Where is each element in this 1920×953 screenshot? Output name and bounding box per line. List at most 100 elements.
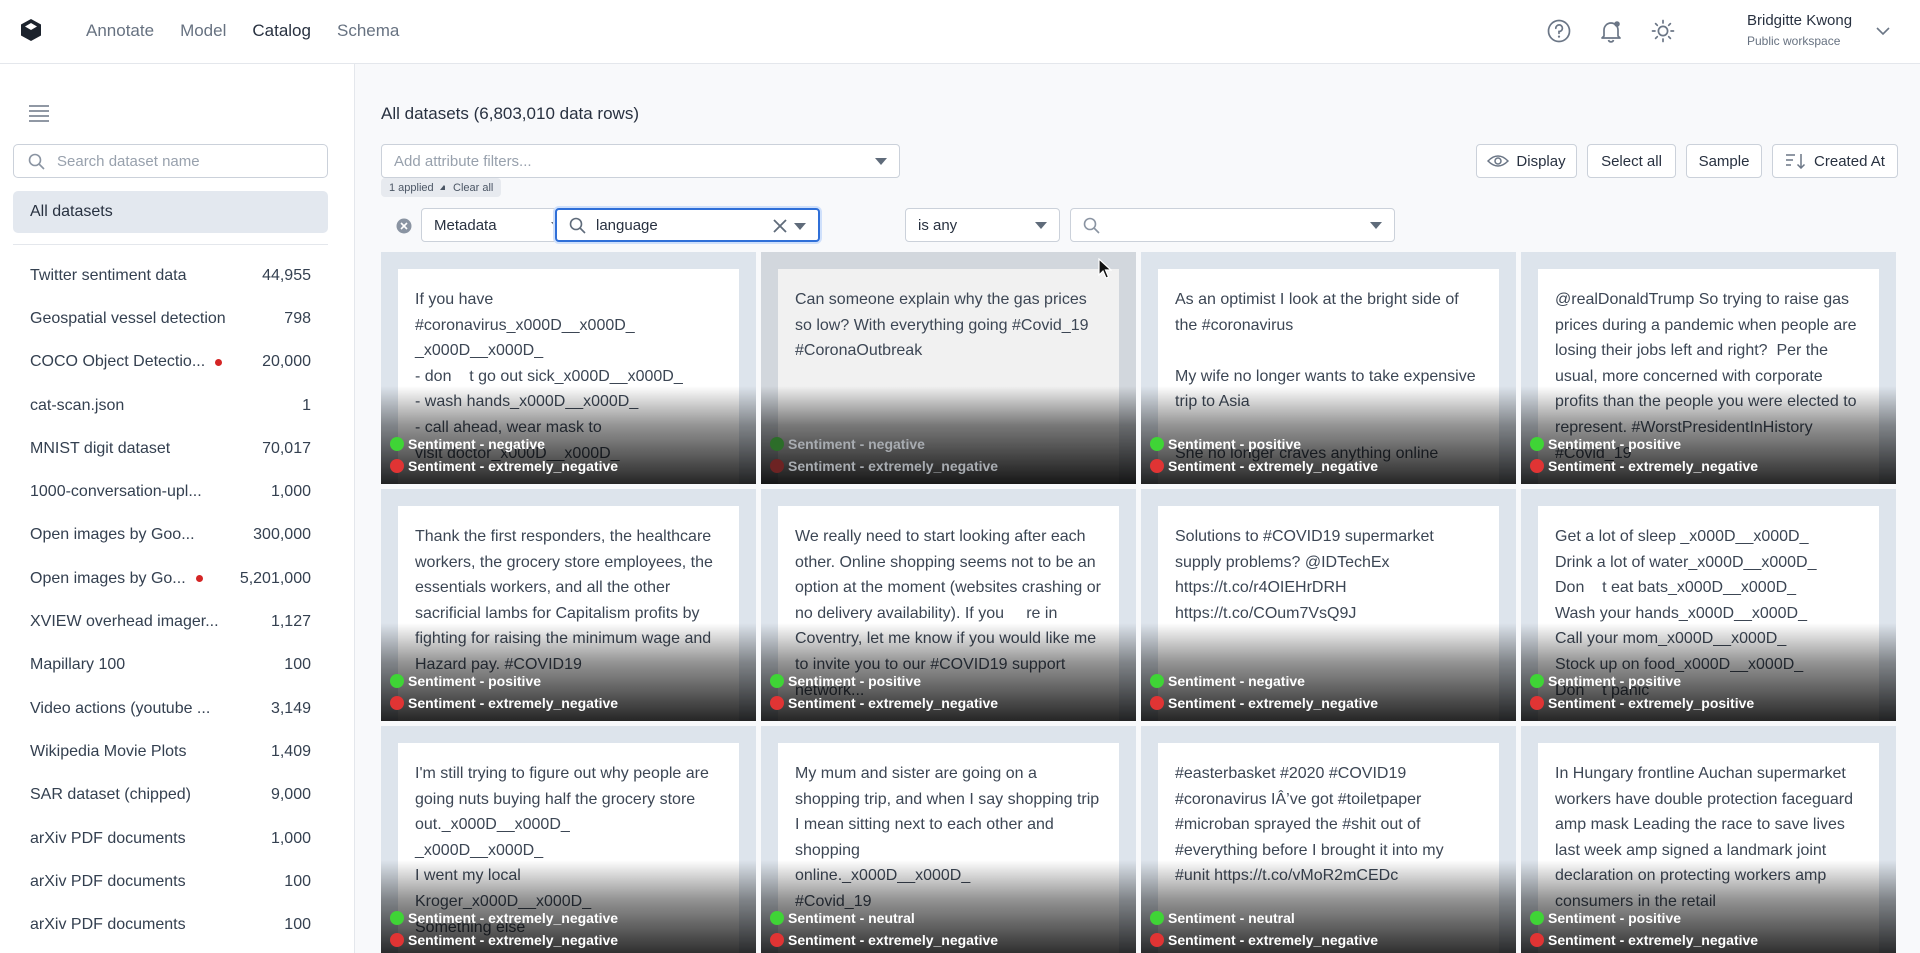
caret-down-icon — [1370, 222, 1382, 229]
sort-created-at-button[interactable]: Created At — [1772, 144, 1898, 178]
alert-dot-icon — [195, 575, 203, 583]
dataset-list-item[interactable]: Video actions (youtube ... 3,149 — [0, 687, 354, 730]
dataset-name: COCO Object Detectio... — [30, 353, 206, 371]
nav-annotate[interactable]: Annotate — [86, 21, 154, 41]
data-row-tile[interactable]: As an optimist I look at the bright side… — [1141, 252, 1516, 484]
search-icon — [569, 217, 586, 234]
search-icon — [1083, 217, 1100, 234]
dataset-name: arXiv PDF documents — [30, 829, 186, 847]
dataset-list-item[interactable]: Mapillary 100 100 — [0, 644, 354, 687]
sentiment-label: Sentiment - positive — [1150, 436, 1301, 452]
dataset-list-item[interactable]: XVIEW overhead imager... 1,127 — [0, 600, 354, 643]
dataset-list-item[interactable]: Twitter sentiment data 44,955 — [0, 254, 354, 297]
dataset-list-item[interactable]: MNIST digit dataset 70,017 — [0, 427, 354, 470]
user-name: Bridgitte Kwong — [1747, 12, 1853, 29]
dataset-search-input[interactable] — [57, 152, 307, 170]
data-row-tile[interactable]: If you have #coronavirus_x000D__x000D_ _… — [381, 252, 756, 484]
dataset-list-item[interactable]: arXiv PDF documents 100 — [0, 903, 354, 946]
green-dot-icon — [390, 911, 404, 925]
dataset-list-item[interactable]: arXiv PDF documents 1,000 — [0, 817, 354, 860]
sentiment-label: Sentiment - neutral — [1150, 910, 1295, 926]
data-row-tile[interactable]: I'm still trying to figure out why peopl… — [381, 726, 756, 953]
notifications-bell-icon[interactable] — [1598, 18, 1624, 44]
red-dot-icon — [390, 696, 404, 710]
app-logo-icon[interactable] — [20, 18, 42, 42]
filter-value-select[interactable] — [1070, 208, 1395, 242]
dataset-name: Video actions (youtube ... — [30, 699, 211, 717]
green-dot-icon — [770, 674, 784, 688]
sentiment-label-text: Sentiment - positive — [1168, 436, 1302, 452]
sentiment-label-text: Sentiment - positive — [788, 673, 922, 689]
filter-field-value: language — [596, 216, 658, 234]
filter-field-select[interactable]: language — [555, 208, 820, 242]
sort-icon — [1786, 154, 1806, 169]
data-row-tile[interactable]: @realDonaldTrump So trying to raise gas … — [1521, 252, 1896, 484]
remove-filter-icon[interactable] — [396, 218, 412, 234]
sentiment-label: Sentiment - extremely_negative — [770, 932, 998, 948]
dataset-list: Twitter sentiment data 44,955 Geospatial v… — [0, 254, 354, 947]
help-icon[interactable] — [1546, 18, 1572, 44]
red-dot-icon — [1530, 459, 1544, 473]
data-row-tile[interactable]: My mum and sister are going on a shoppin… — [761, 726, 1136, 953]
theme-toggle-sun-icon[interactable] — [1650, 18, 1676, 44]
data-row-tile[interactable]: Thank the first responders, the healthca… — [381, 489, 756, 721]
dataset-count: 44,955 — [262, 266, 311, 284]
dataset-count: 798 — [284, 309, 311, 327]
red-dot-icon — [1150, 696, 1164, 710]
red-dot-icon — [1150, 459, 1164, 473]
dataset-list-item[interactable]: Open images by Go... 5,201,000 — [0, 557, 354, 600]
dataset-count: 1,409 — [270, 742, 311, 760]
sentiment-label: Sentiment - extremely_negative — [770, 695, 998, 711]
menu-hamburger-icon[interactable] — [28, 104, 50, 122]
filter-operator-select[interactable]: is any — [905, 208, 1060, 242]
sample-button[interactable]: Sample — [1686, 144, 1762, 178]
dataset-list-item[interactable]: 1000-conversation-upl... 1,000 — [0, 470, 354, 513]
green-dot-icon — [1530, 911, 1544, 925]
nav-model[interactable]: Model — [180, 21, 226, 41]
all-datasets-item[interactable]: All datasets — [13, 191, 328, 233]
sentiment-label: Sentiment - positive — [770, 673, 921, 689]
eye-icon — [1487, 155, 1510, 167]
dataset-count: 9,000 — [270, 786, 311, 804]
dataset-list-item[interactable]: COCO Object Detectio... 20,000 — [0, 341, 354, 384]
dataset-list-item[interactable]: arXiv PDF documents 100 — [0, 860, 354, 903]
dataset-name: Open images by Goo... — [30, 526, 195, 544]
sentiment-label-text: Sentiment - extremely_negative — [788, 458, 999, 474]
data-row-tile[interactable]: Solutions to #COVID19 supermarket supply… — [1141, 489, 1516, 721]
filter-type-select[interactable]: Metadata — [421, 208, 576, 242]
sentiment-label: Sentiment - extremely_negative — [1150, 458, 1378, 474]
sentiment-label: Sentiment - positive — [390, 673, 541, 689]
top-nav: Annotate Model Catalog Schema Bridgitte … — [0, 0, 1920, 64]
nav-schema[interactable]: Schema — [337, 21, 399, 41]
dataset-list-item[interactable]: Wikipedia Movie Plots 1,409 — [0, 730, 354, 773]
chevron-down-icon[interactable] — [1874, 22, 1892, 40]
data-row-tile[interactable]: We really need to start looking after ea… — [761, 489, 1136, 721]
dataset-name: Twitter sentiment data — [30, 266, 187, 284]
nav-links: Annotate Model Catalog Schema — [86, 0, 399, 62]
dataset-list-item[interactable]: cat-scan.json 1 — [0, 384, 354, 427]
sentiment-label-text: Sentiment - positive — [1548, 910, 1682, 926]
select-all-label: Select all — [1601, 152, 1662, 170]
data-row-tile[interactable]: In Hungary frontline Auchan supermarket … — [1521, 726, 1896, 953]
dataset-list-item[interactable]: SAR dataset (chipped) 9,000 — [0, 774, 354, 817]
display-label: Display — [1516, 152, 1566, 170]
nav-catalog[interactable]: Catalog — [252, 21, 311, 41]
display-button[interactable]: Display — [1476, 144, 1577, 178]
green-dot-icon — [1530, 437, 1544, 451]
red-dot-icon — [1150, 933, 1164, 947]
data-row-tile[interactable]: #easterbasket #2020 #COVID19 #coronaviru… — [1141, 726, 1516, 953]
clear-all-button[interactable]: Clear all — [445, 178, 502, 197]
attribute-filter-dropdown[interactable]: Add attribute filters... — [381, 144, 900, 178]
data-row-tile[interactable]: Can someone explain why the gas prices s… — [761, 252, 1136, 484]
mouse-cursor-icon — [1098, 258, 1112, 279]
dataset-list-item[interactable]: Open images by Goo... 300,000 — [0, 514, 354, 557]
clear-field-icon[interactable] — [772, 218, 788, 234]
sentiment-label-text: Sentiment - positive — [408, 673, 542, 689]
data-row-tile[interactable]: Get a lot of sleep _x000D__x000D_ Drink … — [1521, 489, 1896, 721]
select-all-button[interactable]: Select all — [1587, 144, 1676, 178]
sentiment-label-text: Sentiment - negative — [408, 436, 545, 452]
user-menu[interactable]: Bridgitte Kwong Public workspace — [1747, 12, 1852, 48]
sentiment-label-text: Sentiment - extremely_negative — [408, 932, 619, 948]
dataset-list-item[interactable]: Geospatial vessel detection 798 — [0, 297, 354, 340]
dataset-name: arXiv PDF documents — [30, 872, 186, 890]
